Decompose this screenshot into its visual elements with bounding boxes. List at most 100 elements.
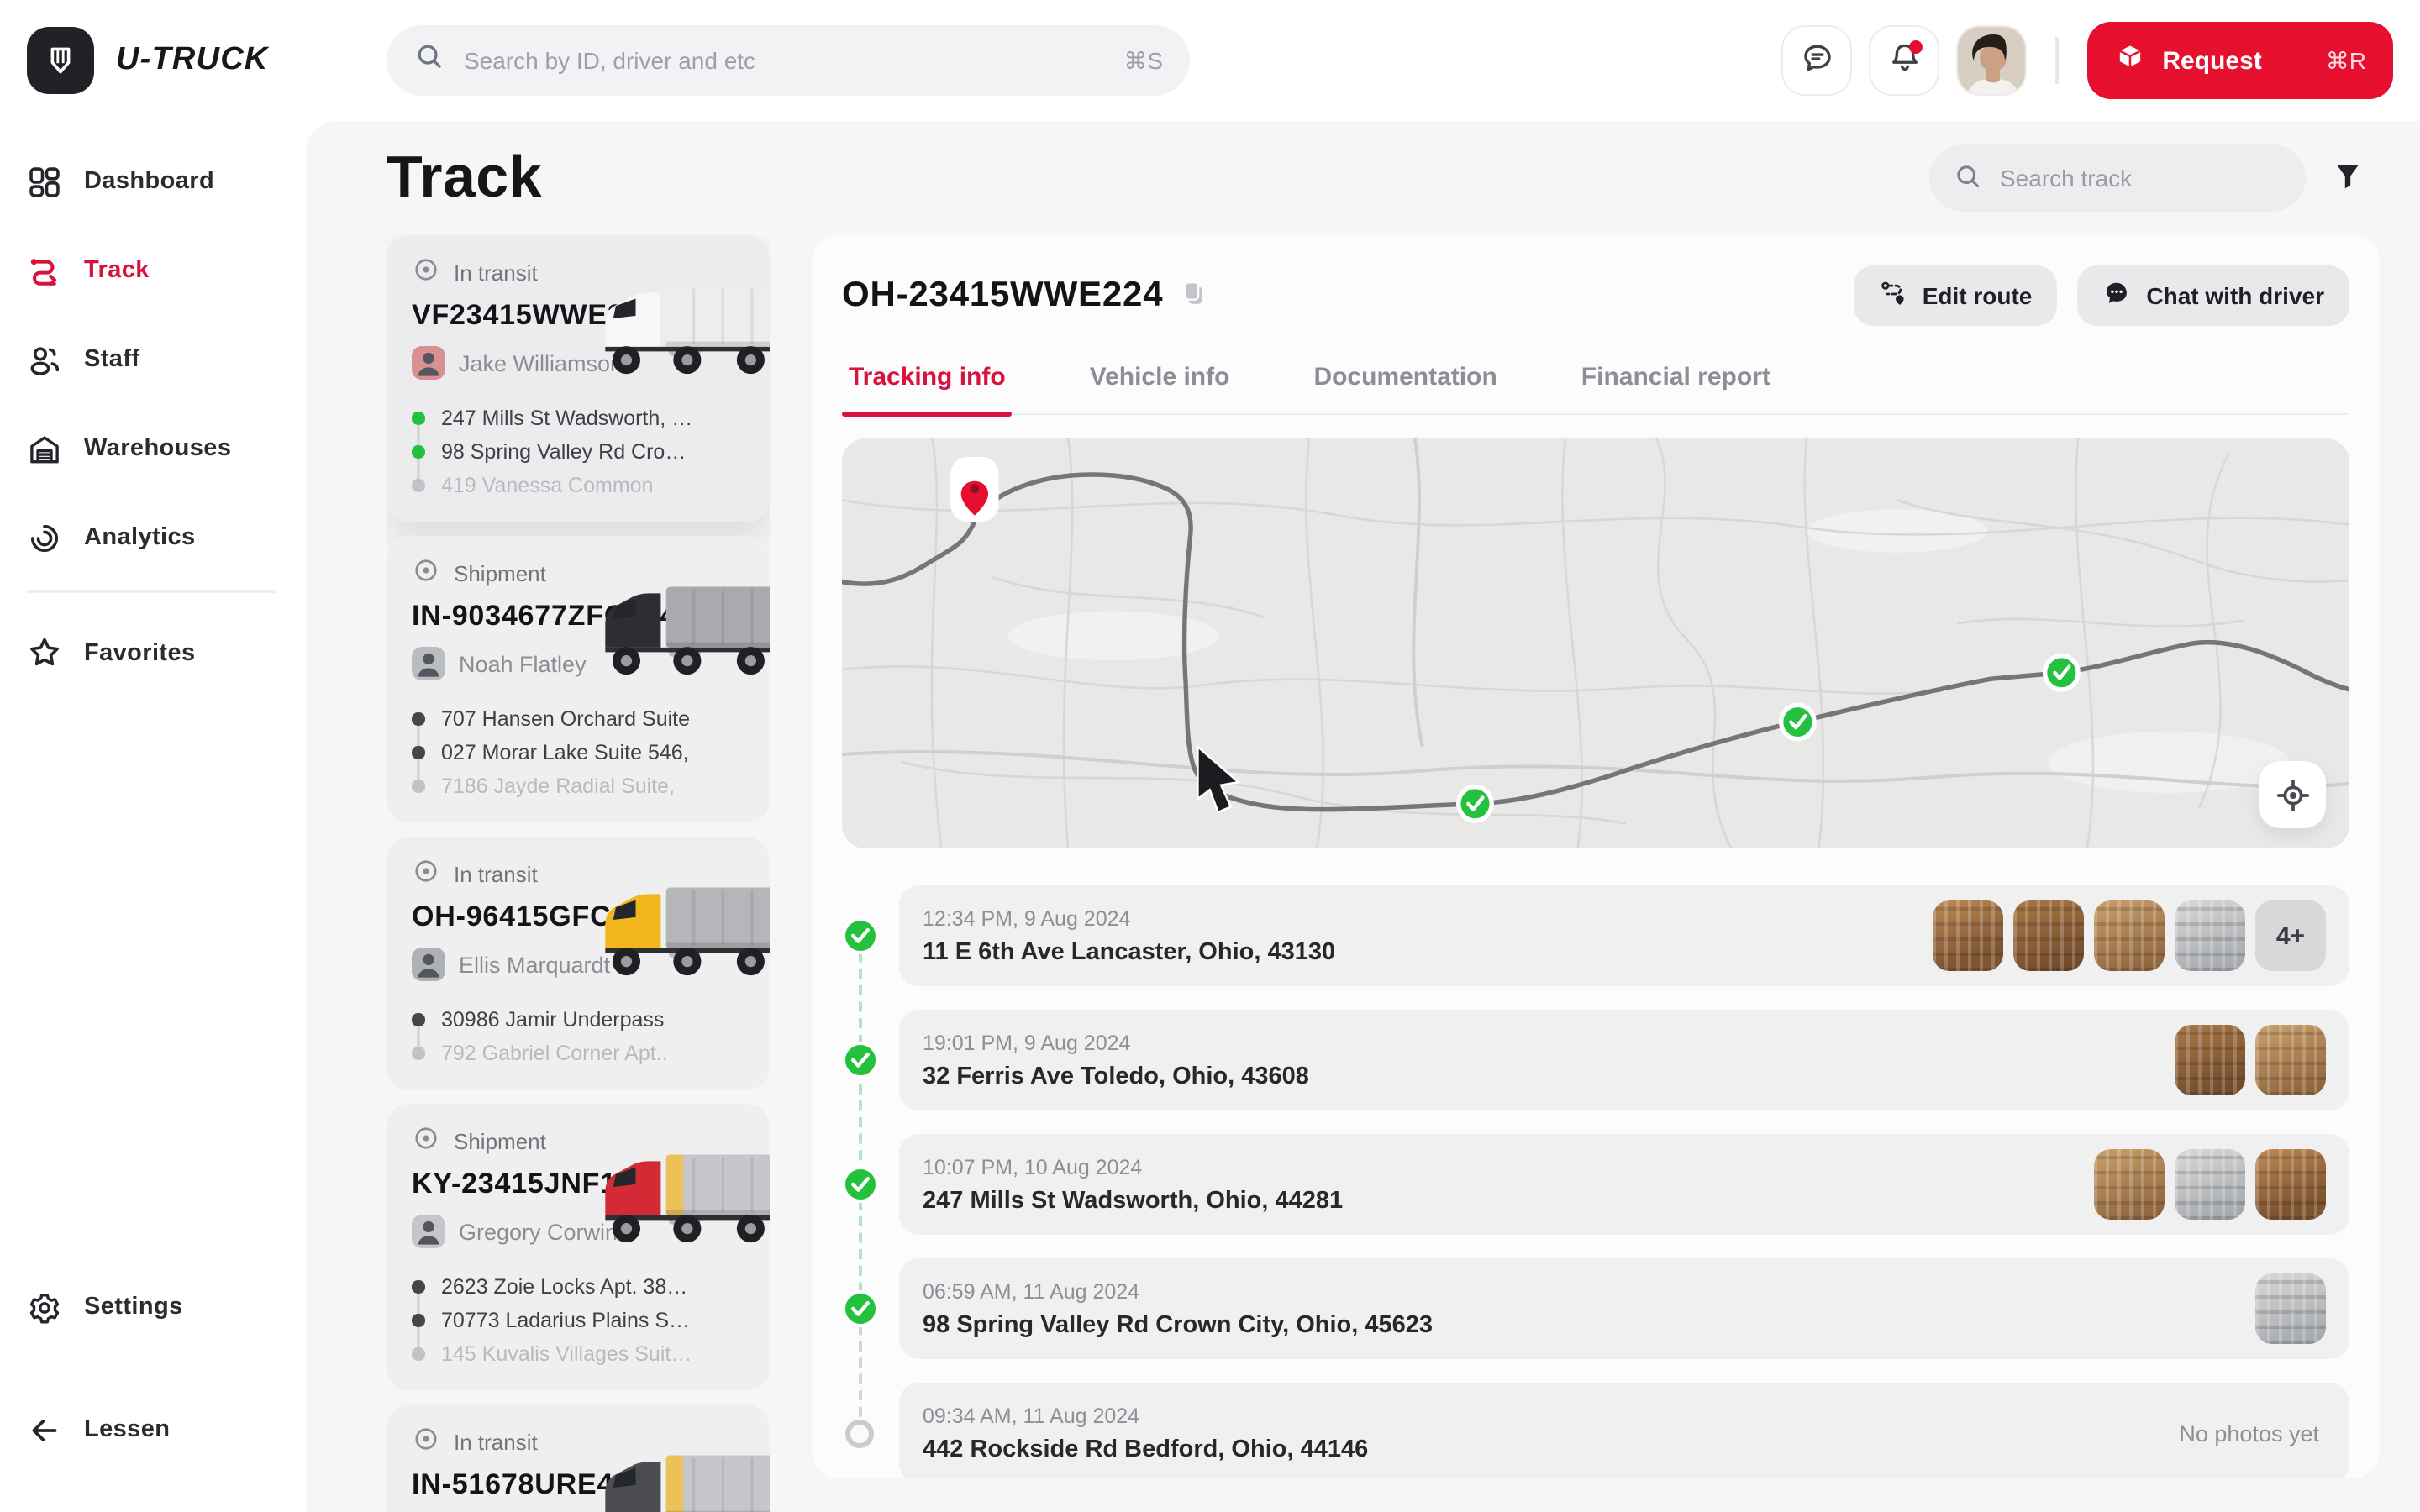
- timeline-check-icon: [842, 1042, 879, 1079]
- user-avatar[interactable]: [1956, 25, 2027, 96]
- status-ring-icon: [412, 556, 440, 590]
- notifications-button[interactable]: [1869, 25, 1939, 96]
- request-button[interactable]: Request ⌘R: [2086, 22, 2393, 99]
- stop-item: 2623 Zoie Locks Apt. 381, AZ: [412, 1270, 746, 1304]
- stop-address: 027 Morar Lake Suite 546,: [441, 741, 689, 764]
- more-photos-badge[interactable]: 4+: [2255, 900, 2326, 971]
- map-canvas: [842, 438, 2349, 848]
- shipment-id: KY-23415JNF155: [412, 1168, 746, 1201]
- tracking-timeline: 12:34 PM, 9 Aug 2024 11 E 6th Ave Lancas…: [842, 885, 2349, 1478]
- filter-button[interactable]: [2316, 146, 2380, 210]
- timeline-address: 32 Ferris Ave Toledo, Ohio, 43608: [923, 1063, 1309, 1089]
- driver-name: Gregory Corwin: [459, 1219, 618, 1244]
- driver-name: Ellis Marquardt: [459, 952, 610, 977]
- sidebar-item-favorites[interactable]: Favorites: [27, 616, 276, 690]
- stop-item: 247 Mills St Wadsworth, OH: [412, 402, 746, 435]
- photo-thumbnail[interactable]: [2094, 900, 2165, 971]
- photo-thumbnail[interactable]: [2175, 1149, 2245, 1220]
- shipment-status: Shipment: [454, 1128, 546, 1153]
- timeline-time: 12:34 PM, 9 Aug 2024: [923, 906, 1335, 930]
- tab-documentation[interactable]: Documentation: [1310, 351, 1500, 413]
- route-map[interactable]: [842, 438, 2349, 848]
- track-search-input[interactable]: Search track: [1929, 144, 2306, 212]
- shipment-card[interactable]: In transit IN-51678URE401 Jake Williamso…: [387, 1404, 770, 1512]
- photo-thumbnail[interactable]: [2175, 1025, 2245, 1095]
- crosshair-icon: [2275, 777, 2310, 812]
- sidebar-item-label: Favorites: [84, 639, 196, 666]
- timeline-address: 247 Mills St Wadsworth, Ohio, 44281: [923, 1187, 1343, 1214]
- sidebar-item-warehouses[interactable]: Warehouses: [27, 412, 276, 486]
- shipment-card[interactable]: Shipment KY-23415JNF155 Gregory Corwin 2…: [387, 1104, 770, 1391]
- status-ring-icon: [412, 1425, 440, 1458]
- sidebar-collapse-button[interactable]: Lessen: [27, 1393, 276, 1467]
- shipment-id: OH-96415GFC145: [412, 900, 746, 934]
- stop-item: 707 Hansen Orchard Suite: [412, 702, 746, 736]
- search-shortcut: ⌘S: [1123, 46, 1163, 75]
- stop-dot-icon: [412, 1281, 424, 1294]
- stop-dot-icon: [412, 780, 424, 793]
- timeline-time: 10:07 PM, 10 Aug 2024: [923, 1155, 1343, 1179]
- sidebar-nav: Dashboard Track Staff Warehouses Analyti…: [27, 144, 276, 705]
- stop-dot-icon: [412, 1014, 424, 1026]
- sidebar-item-analytics[interactable]: Analytics: [27, 501, 276, 575]
- timeline-address: 442 Rockside Rd Bedford, Ohio, 44146: [923, 1436, 1368, 1462]
- shipment-card[interactable]: In transit OH-96415GFC145 Ellis Marquard…: [387, 837, 770, 1090]
- shipment-id: VF23415WWE224: [412, 299, 746, 333]
- star-icon: [27, 635, 62, 670]
- timeline-connector: [859, 936, 862, 1309]
- photo-thumbnail[interactable]: [2013, 900, 2084, 971]
- analytics-icon: [27, 520, 62, 555]
- sidebar-item-track[interactable]: Track: [27, 234, 276, 307]
- photo-thumbnail[interactable]: [1933, 900, 2003, 971]
- search-placeholder: Search by ID, driver and etc: [464, 47, 755, 74]
- stop-item: 70773 Ladarius Plains Suite 496, AZ: [412, 1304, 746, 1337]
- status-ring-icon: [412, 255, 440, 289]
- tab-tracking-info[interactable]: Tracking info: [845, 351, 1009, 413]
- photo-thumbnail[interactable]: [2255, 1273, 2326, 1344]
- stop-dot-icon: [412, 1315, 424, 1327]
- tab-vehicle-info[interactable]: Vehicle info: [1086, 351, 1234, 413]
- stop-item: 419 Vanessa Common: [412, 469, 746, 502]
- photo-thumbnail[interactable]: [2175, 900, 2245, 971]
- stop-dot-icon: [412, 1047, 424, 1060]
- photo-thumbnail[interactable]: [2255, 1025, 2326, 1095]
- photo-thumbnail[interactable]: [2094, 1149, 2165, 1220]
- messages-button[interactable]: [1781, 25, 1852, 96]
- photo-thumbnail[interactable]: [2255, 1149, 2326, 1220]
- sidebar-item-staff[interactable]: Staff: [27, 323, 276, 396]
- timeline-row: 06:59 AM, 11 Aug 2024 98 Spring Valley R…: [899, 1258, 2349, 1359]
- global-search-input[interactable]: Search by ID, driver and etc ⌘S: [387, 25, 1190, 96]
- driver-avatar: [412, 948, 445, 981]
- photo-thumbnails: [2175, 1025, 2326, 1095]
- timeline-time: 06:59 AM, 11 Aug 2024: [923, 1279, 1433, 1303]
- brand: U-TRUCK: [27, 27, 333, 94]
- page-title: Track: [387, 144, 542, 212]
- timeline-time: 09:34 AM, 11 Aug 2024: [923, 1404, 1368, 1427]
- stop-dot-icon: [412, 446, 424, 459]
- driver-avatar: [412, 346, 445, 380]
- timeline-address: 11 E 6th Ave Lancaster, Ohio, 43130: [923, 938, 1335, 965]
- stop-address: 145 Kuvalis Villages Suite 466, AZ: [441, 1342, 693, 1366]
- search-icon: [413, 40, 445, 81]
- dashboard-icon: [27, 164, 62, 199]
- sidebar-item-dashboard[interactable]: Dashboard: [27, 144, 276, 218]
- copy-id-button[interactable]: [1180, 279, 1208, 312]
- shipment-id-title: OH-23415WWE224: [842, 276, 1163, 316]
- shipment-id: IN-9034677ZFG154: [412, 600, 746, 633]
- locate-button[interactable]: [2259, 761, 2326, 828]
- stop-address: 792 Gabriel Corner Apt..: [441, 1042, 668, 1065]
- timeline-row: 12:34 PM, 9 Aug 2024 11 E 6th Ave Lancas…: [899, 885, 2349, 986]
- stop-item: 30986 Jamir Underpass: [412, 1003, 746, 1037]
- sidebar-item-settings[interactable]: Settings: [27, 1270, 276, 1344]
- chat-with-driver-label: Chat with driver: [2146, 282, 2324, 309]
- edit-route-button[interactable]: Edit route: [1854, 265, 2058, 326]
- stop-address: 419 Vanessa Common: [441, 474, 653, 497]
- shipment-card[interactable]: In transit VF23415WWE224 Jake Williamson…: [387, 235, 770, 522]
- app-window: U-TRUCK Search by ID, driver and etc ⌘S: [0, 0, 2420, 1512]
- timeline-address: 98 Spring Valley Rd Crown City, Ohio, 45…: [923, 1311, 1433, 1338]
- chat-with-driver-button[interactable]: Chat with driver: [2077, 265, 2349, 326]
- tab-financial-report[interactable]: Financial report: [1578, 351, 1774, 413]
- stop-address: 707 Hansen Orchard Suite: [441, 707, 690, 731]
- shipment-card[interactable]: Shipment IN-9034677ZFG154 Noah Flatley 7…: [387, 536, 770, 823]
- sidebar-item-label: Dashboard: [84, 168, 214, 195]
